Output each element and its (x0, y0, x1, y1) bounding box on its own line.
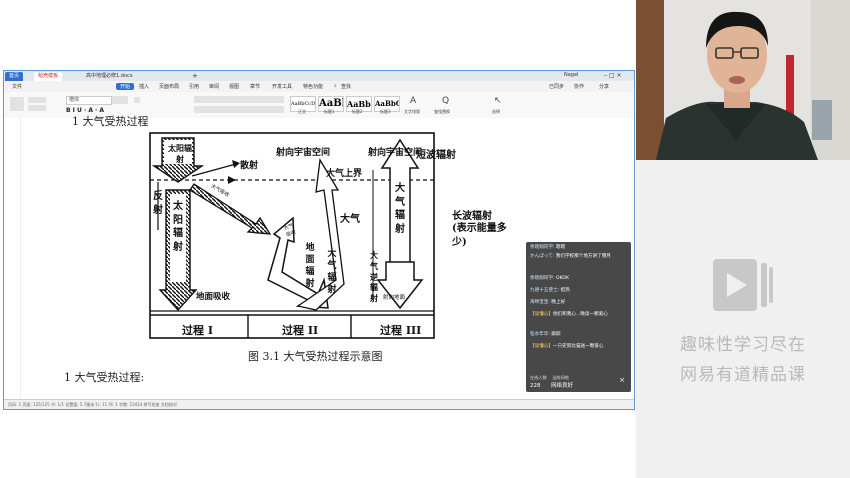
text-layout-icon[interactable]: A (410, 96, 416, 106)
heading-cut: 1 大气受热过程 (72, 115, 149, 128)
label-space-left: 射向宇宙空间 (276, 148, 331, 158)
online-label: 在线人数 (530, 375, 547, 380)
font-name-select[interactable]: 楷体 (66, 96, 112, 105)
alignment-tools-icon[interactable] (194, 106, 284, 113)
label-process-2: 过程 II (282, 324, 319, 337)
paragraph-tools-icon[interactable] (194, 96, 284, 103)
network-label: 当前网络 (552, 375, 569, 380)
live-chat-panel: 余晓翔同学: 嗯嗯 かんぱって: 我们学校那个地方讲了哦月 余晓翔同学: OKO… (526, 242, 631, 392)
chat-message: 余晓翔同学: OKOK (530, 276, 570, 281)
brand-slogan-line-2: 网易有道精品课 (680, 365, 806, 385)
menu-search[interactable]: 查找 (341, 83, 351, 90)
chat-message: 【读懂心】他们和我心...晚读一颗爱心 (530, 312, 608, 317)
play-logo-icon (713, 259, 773, 311)
chat-message: かんぱって: 我们学校那个地方讲了哦月 (530, 254, 611, 259)
text-layout-label: 文字排版 (404, 109, 420, 114)
menu-view[interactable]: 视图 (229, 83, 239, 90)
menu-file[interactable]: 文件 (12, 83, 22, 90)
tab-document[interactable]: 高中地理必修1.docx (82, 72, 137, 81)
menu-chapter[interactable]: 章节 (250, 83, 260, 90)
share-button[interactable]: 分享 (599, 83, 609, 90)
tab-home[interactable]: 首页 (5, 72, 24, 81)
style-heading-3-label: 标题3 (380, 109, 391, 114)
label-atmo-rad-up: 大气辐射 (395, 183, 405, 235)
cut-icon[interactable] (28, 97, 46, 103)
chat-message: 【读懂心】一只史努比猫送一颗爱心 (530, 344, 604, 349)
chat-footer: 在线人数 当前网络 228 网络良好 (530, 375, 573, 389)
to-ground-arrow (376, 261, 424, 310)
chat-message: 九德十五使士: 挺热 (530, 288, 570, 293)
find-replace-label: 查找替换 (434, 109, 450, 114)
label-process-3: 过程 III (380, 324, 422, 337)
style-normal-label: 正文 (298, 109, 306, 114)
window-controls-icon[interactable]: – □ × (604, 72, 622, 79)
status-text: 页码: 1 页面: 125/125 节: 1/1 设置值: 5.7厘米 行: 1… (8, 402, 177, 407)
find-replace-icon[interactable]: Q (442, 96, 449, 106)
clear-format-icon[interactable] (134, 97, 140, 103)
sync-status[interactable]: 已同步 (549, 83, 564, 90)
menu-page-layout[interactable]: 页面布局 (159, 83, 179, 90)
add-tab-button[interactable]: + (188, 72, 202, 81)
webcam-image (636, 0, 850, 160)
label-reflection: 反射 (153, 191, 163, 216)
legend-long-wave-note: (表示能量多少) (452, 223, 507, 248)
menu-start[interactable]: 开始 (116, 83, 135, 90)
online-count: 228 (530, 383, 541, 389)
tab-template[interactable]: 稻壳模板 (34, 72, 63, 81)
label-space-right: 射向宇宙空间 (368, 148, 423, 158)
menu-developer[interactable]: 开发工具 (272, 83, 292, 90)
legend-long-wave: 长波辐射 (452, 211, 492, 222)
webcam-feed (636, 0, 850, 160)
label-sun: 太阳辐射 (168, 143, 192, 164)
section-heading: 1 大气受热过程: (64, 371, 145, 384)
label-atmosphere: 大气 (340, 214, 360, 225)
network-status: 网络良好 (551, 383, 574, 389)
label-to-ground: 射向地面 (383, 295, 406, 301)
search-icon[interactable]: ⌕ (334, 83, 337, 89)
chat-message: 铅水年华: 跟踪 (530, 332, 561, 337)
status-bar: 页码: 1 页面: 125/125 节: 1/1 设置值: 5.7厘米 行: 1… (4, 399, 634, 409)
menu-review[interactable]: 审阅 (209, 83, 219, 90)
format-painter-icon[interactable] (28, 105, 46, 111)
label-ground-rad: 地面辐射 (305, 243, 315, 290)
menu-insert[interactable]: 插入 (139, 83, 149, 90)
style-heading-2-label: 标题2 (352, 109, 363, 114)
user-name[interactable]: Nagel (564, 72, 578, 78)
tab-bar: 首页 稻壳模板 高中地理必修1.docx + Nagel – □ × (4, 71, 634, 81)
close-icon[interactable]: × (619, 376, 625, 384)
collaborate-button[interactable]: 协作 (574, 83, 584, 90)
menu-special[interactable]: 特色功能 (303, 83, 323, 90)
chat-message: 余晓翔同学: 嗯嗯 (530, 245, 566, 250)
figure-caption: 图 3.1 大气受热过程示意图 (248, 350, 383, 363)
legend-short-wave: 短波辐射 (416, 150, 456, 161)
style-heading-1-label: 标题1 (324, 109, 335, 114)
label-process-1: 过程 I (182, 324, 213, 337)
label-upper-boundary: 大气上界 (326, 169, 363, 179)
label-counter-rad: 大气逆辐射 (370, 250, 378, 304)
label-atmo-rad: 大气辐射 (327, 249, 337, 296)
label-ground-absorb: 地面吸收 (196, 292, 231, 302)
select-label: 选择 (492, 109, 500, 114)
menu-references[interactable]: 引用 (189, 83, 199, 90)
paste-icon[interactable] (10, 97, 24, 111)
chat-message: 海绵宝宝: 晚上好 (530, 300, 566, 305)
brand-panel: 趣味性学习尽在 网易有道精品课 (636, 160, 850, 478)
label-solar-rad: 太阳辐射 (173, 201, 183, 253)
brand-slogan-line-1: 趣味性学习尽在 (680, 335, 806, 355)
select-icon[interactable]: ↖ (494, 96, 502, 106)
label-scatter: 散射 (240, 161, 259, 171)
font-size-select[interactable] (112, 96, 128, 104)
atmosphere-heating-diagram: 太阳辐射 散射 射向宇宙空间 射向宇宙空间 大气上界 大气 反射 大气吸收 太阳… (148, 130, 448, 340)
